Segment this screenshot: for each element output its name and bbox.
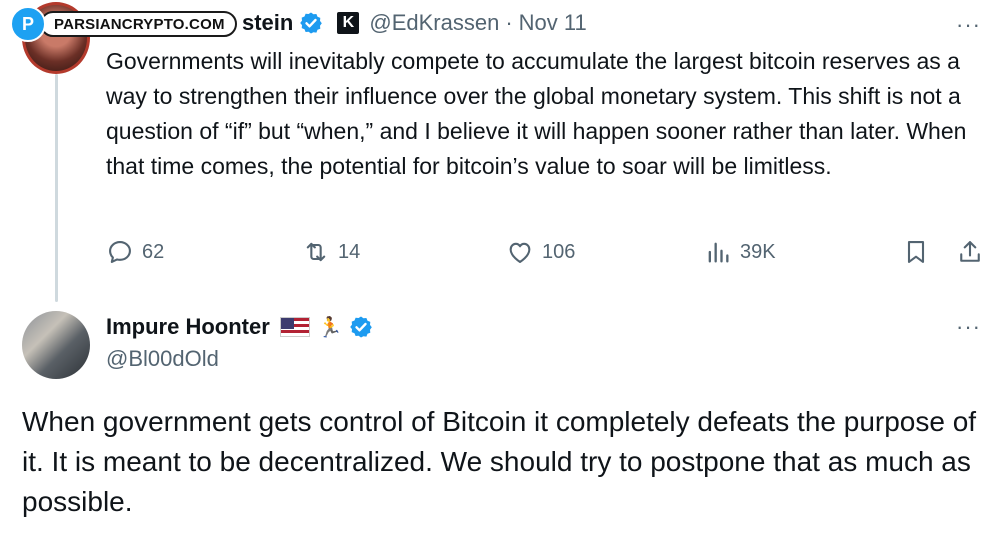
tweet-date[interactable]: Nov 11 [519,10,587,36]
repost-button[interactable]: 14 [302,238,360,266]
views-button[interactable]: 39K [704,238,776,266]
watermark-text: PARSIANCRYPTO.COM [40,11,237,37]
affiliate-badge-icon[interactable]: K [337,12,360,34]
avatar[interactable] [22,311,90,379]
repost-count: 14 [338,240,361,263]
tweet-text: Governments will inevitably compete to a… [106,48,967,179]
views-icon [708,242,729,263]
us-flag-icon [279,317,310,337]
reply-button[interactable]: 62 [106,238,164,266]
author-handle[interactable]: @Bl00dOld [106,346,219,372]
like-count: 106 [542,240,576,263]
reply-icon [109,241,131,263]
tweet-text: When government gets control of Bitcoin … [22,406,977,517]
tweet-actions: 62 14 106 39K [106,238,986,272]
watermark-icon: P [10,6,46,42]
like-icon [509,242,531,263]
more-icon[interactable]: ··· [956,316,981,338]
like-button[interactable]: 106 [506,238,575,266]
verified-icon [300,12,323,34]
more-icon[interactable]: ··· [956,14,981,36]
tweet-header: Impure Hoonter 🏃 [106,312,373,342]
watermark-logo: P PARSIANCRYPTO.COM [10,6,237,42]
bookmark-icon [907,241,925,263]
verified-icon [349,316,372,338]
author-name[interactable]: stein [242,10,293,36]
author-handle[interactable]: @EdKrassen [369,10,499,36]
share-icon [960,241,980,262]
reply-count: 62 [142,240,165,263]
views-count: 39K [740,240,776,263]
thread-line [55,74,58,302]
repost-icon [306,242,326,262]
tweet-header: stein K @EdKrassen · Nov 11 [242,8,587,38]
separator-dot: · [505,10,513,35]
author-name[interactable]: Impure Hoonter [106,314,270,340]
runner-icon: 🏃 [317,316,343,339]
share-button[interactable] [956,238,992,266]
bookmark-button[interactable] [902,238,938,266]
